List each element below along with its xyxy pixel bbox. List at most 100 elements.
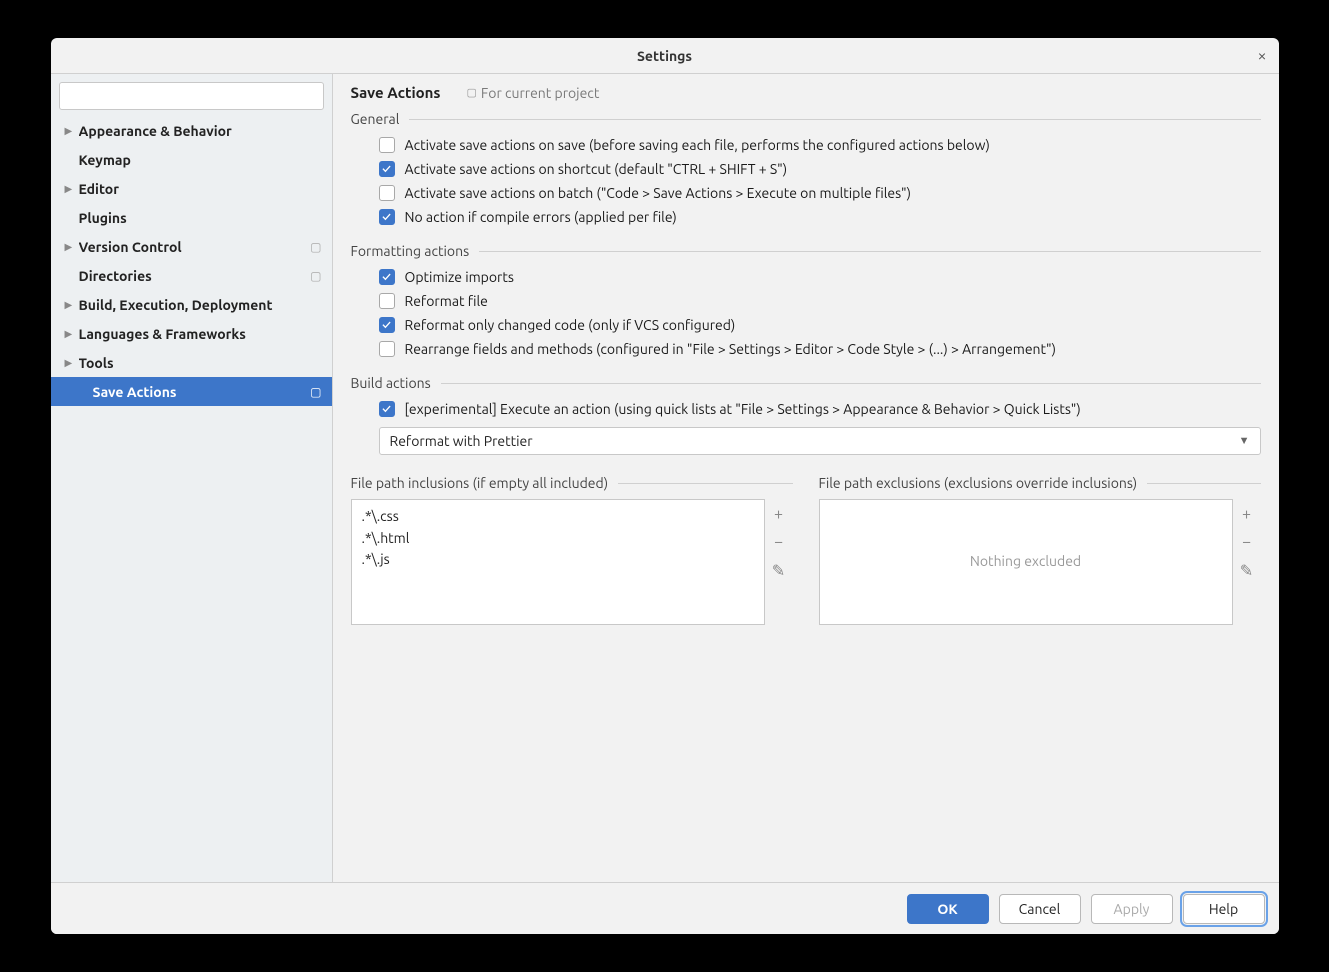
sidebar-item-label: Save Actions: [93, 384, 311, 400]
divider: [479, 251, 1260, 252]
add-icon[interactable]: +: [774, 505, 783, 523]
dialog-body: 🔍︎ ▶Appearance & BehaviorKeymap▶Editor Pl…: [51, 74, 1279, 882]
combo-value: Reformat with Prettier: [390, 433, 533, 449]
sidebar-item-label: Tools: [79, 355, 332, 371]
project-scope-icon: ▢: [310, 385, 321, 399]
group-title-formatting: Formatting actions: [351, 243, 1261, 259]
sidebar-item-build-execution-deployment[interactable]: ▶Build, Execution, Deployment: [51, 290, 332, 319]
sidebar-item-version-control[interactable]: ▶Version Control▢: [51, 232, 332, 261]
edit-icon[interactable]: ✎: [1240, 561, 1253, 580]
sidebar-item-save-actions[interactable]: Save Actions▢: [51, 377, 332, 406]
apply-button[interactable]: Apply: [1091, 894, 1173, 924]
exclusions-title: File path exclusions (exclusions overrid…: [819, 475, 1261, 491]
inclusions-tools: + − ✎: [765, 499, 793, 625]
checkbox-label: Activate save actions on shortcut (defau…: [405, 161, 788, 177]
search-input[interactable]: [59, 82, 324, 110]
sidebar-item-tools[interactable]: ▶Tools: [51, 348, 332, 377]
checkbox-row[interactable]: No action if compile errors (applied per…: [379, 205, 1261, 229]
checkbox-row[interactable]: Reformat only changed code (only if VCS …: [379, 313, 1261, 337]
chevron-right-icon: ▶: [65, 328, 79, 340]
chevron-right-icon: ▶: [65, 183, 79, 195]
sidebar: 🔍︎ ▶Appearance & BehaviorKeymap▶Editor Pl…: [51, 74, 333, 882]
scope-text: For current project: [481, 85, 599, 101]
ok-button[interactable]: OK: [907, 894, 989, 924]
group-title-text: Build actions: [351, 375, 431, 391]
checkbox-row[interactable]: Activate save actions on save (before sa…: [379, 133, 1261, 157]
checkbox-label: Rearrange fields and methods (configured…: [405, 341, 1057, 357]
checkbox[interactable]: [379, 137, 395, 153]
divider: [1147, 483, 1260, 484]
sidebar-item-languages-frameworks[interactable]: ▶Languages & Frameworks: [51, 319, 332, 348]
sidebar-item-label: Languages & Frameworks: [79, 326, 332, 342]
sidebar-item-appearance-behavior[interactable]: ▶Appearance & Behavior: [51, 116, 332, 145]
remove-icon[interactable]: −: [1242, 533, 1251, 551]
checkbox-label: Optimize imports: [405, 269, 514, 285]
checkbox-label: Reformat only changed code (only if VCS …: [405, 317, 736, 333]
divider: [618, 483, 792, 484]
exclusions-list-wrap: Nothing excluded + − ✎: [819, 499, 1261, 625]
chevron-down-icon: ▼: [1239, 435, 1250, 447]
list-item[interactable]: .*\.html: [362, 528, 754, 550]
titlebar: Settings ×: [51, 38, 1279, 74]
checkbox-row[interactable]: [experimental] Execute an action (using …: [379, 397, 1261, 421]
dialog-footer: OK Cancel Apply Help: [51, 882, 1279, 934]
help-button[interactable]: Help: [1183, 894, 1265, 924]
sidebar-item-label: Directories: [79, 268, 311, 284]
close-icon[interactable]: ×: [1257, 47, 1266, 65]
list-item[interactable]: .*\.js: [362, 549, 754, 571]
checkbox[interactable]: [379, 401, 395, 417]
remove-icon[interactable]: −: [774, 533, 783, 551]
checkbox-row[interactable]: Optimize imports: [379, 265, 1261, 289]
group-general: General Activate save actions on save (b…: [351, 111, 1261, 229]
sidebar-item-editor[interactable]: ▶Editor: [51, 174, 332, 203]
sidebar-item-keymap[interactable]: Keymap: [51, 145, 332, 174]
cancel-button[interactable]: Cancel: [999, 894, 1081, 924]
group-title-build: Build actions: [351, 375, 1261, 391]
general-options: Activate save actions on save (before sa…: [351, 133, 1261, 229]
checkbox-label: No action if compile errors (applied per…: [405, 209, 677, 225]
chevron-right-icon: ▶: [65, 357, 79, 369]
group-title-text: General: [351, 111, 400, 127]
checkbox[interactable]: [379, 185, 395, 201]
group-title-text: Formatting actions: [351, 243, 470, 259]
group-title-general: General: [351, 111, 1261, 127]
sidebar-item-label: Plugins: [79, 210, 332, 226]
checkbox-row[interactable]: Rearrange fields and methods (configured…: [379, 337, 1261, 361]
divider: [409, 119, 1260, 120]
project-scope-icon: ▢: [310, 269, 321, 283]
quicklist-combo[interactable]: Reformat with Prettier ▼: [379, 427, 1261, 455]
group-title-text: File path exclusions (exclusions overrid…: [819, 475, 1138, 491]
exclusions-listbox[interactable]: Nothing excluded: [819, 499, 1233, 625]
checkbox[interactable]: [379, 317, 395, 333]
empty-text: Nothing excluded: [970, 551, 1081, 573]
search-wrap: 🔍︎: [51, 82, 332, 116]
sidebar-item-directories[interactable]: Directories▢: [51, 261, 332, 290]
sidebar-item-plugins[interactable]: Plugins: [51, 203, 332, 232]
inclusions-list-wrap: .*\.css.*\.html.*\.js + − ✎: [351, 499, 793, 625]
checkbox-row[interactable]: Activate save actions on batch ("Code > …: [379, 181, 1261, 205]
list-item[interactable]: .*\.css: [362, 506, 754, 528]
inclusions-listbox[interactable]: .*\.css.*\.html.*\.js: [351, 499, 765, 625]
checkbox-row[interactable]: Reformat file: [379, 289, 1261, 313]
checkbox[interactable]: [379, 209, 395, 225]
add-icon[interactable]: +: [1242, 505, 1251, 523]
checkbox-label: [experimental] Execute an action (using …: [405, 401, 1081, 417]
window-title: Settings: [637, 48, 692, 64]
project-icon: ▢: [467, 86, 477, 99]
checkbox-row[interactable]: Activate save actions on shortcut (defau…: [379, 157, 1261, 181]
content-panel: Save Actions ▢ For current project Gener…: [333, 74, 1279, 882]
exclusions-column: File path exclusions (exclusions overrid…: [819, 475, 1261, 625]
formatting-options: Optimize imports Reformat file Reformat on…: [351, 265, 1261, 361]
settings-dialog: Settings × 🔍︎ ▶Appearance & BehaviorKeym…: [51, 38, 1279, 934]
edit-icon[interactable]: ✎: [772, 561, 785, 580]
chevron-right-icon: ▶: [65, 125, 79, 137]
build-combo-wrap: Reformat with Prettier ▼: [351, 427, 1261, 455]
content-header: Save Actions ▢ For current project: [351, 84, 1261, 101]
checkbox[interactable]: [379, 161, 395, 177]
inclusions-title: File path inclusions (if empty all inclu…: [351, 475, 793, 491]
chevron-right-icon: ▶: [65, 241, 79, 253]
checkbox[interactable]: [379, 269, 395, 285]
checkbox[interactable]: [379, 293, 395, 309]
exclusions-tools: + − ✎: [1233, 499, 1261, 625]
checkbox[interactable]: [379, 341, 395, 357]
